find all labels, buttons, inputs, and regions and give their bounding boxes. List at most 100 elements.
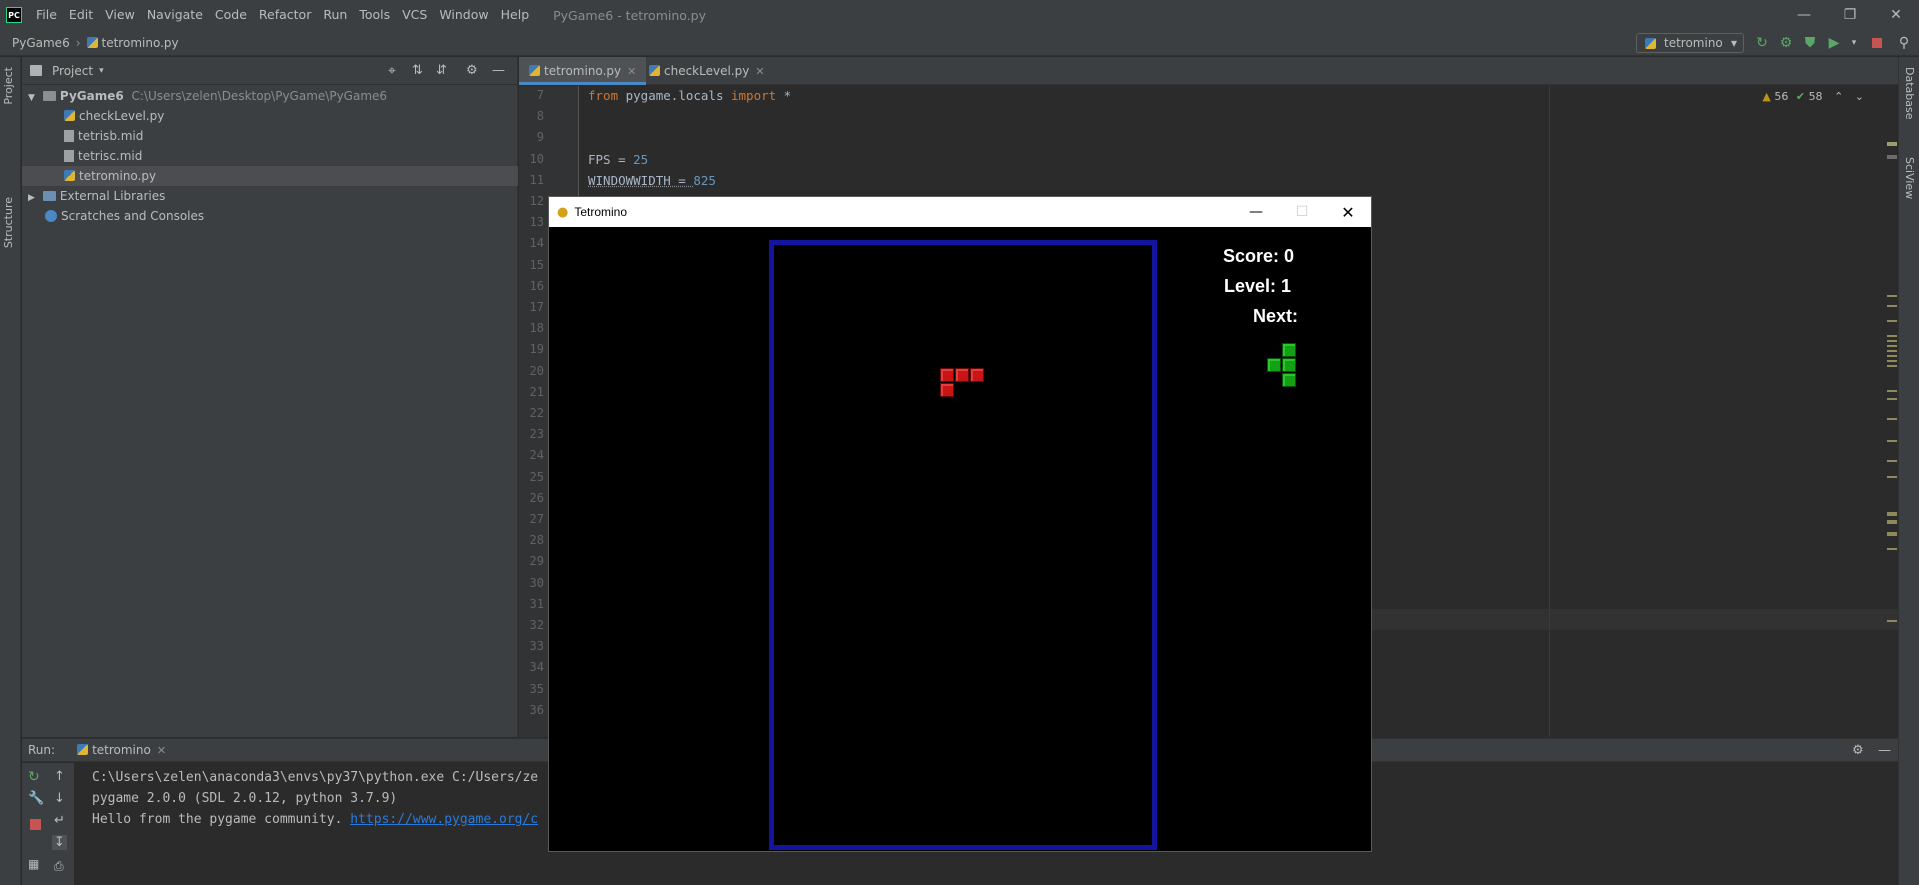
- line-number: 21: [529, 384, 544, 399]
- chevron-down-icon: ▼: [28, 93, 35, 103]
- keyword-from: from: [588, 88, 619, 103]
- next-piece-block: [1282, 343, 1296, 357]
- rerun-icon[interactable]: ↻: [1754, 35, 1770, 51]
- next-piece-block: [1282, 358, 1296, 372]
- soft-wrap-icon[interactable]: ↵: [54, 813, 65, 828]
- close-tab-icon[interactable]: ✕: [755, 65, 764, 78]
- line-number: 19: [529, 342, 544, 357]
- layout-icon[interactable]: ▦: [28, 857, 39, 871]
- tab-checklevel[interactable]: checkLevel.py ✕: [639, 57, 775, 85]
- wrench-icon[interactable]: 🔧: [28, 791, 44, 806]
- line-number: 11: [529, 172, 544, 187]
- search-icon[interactable]: ⚲: [1896, 35, 1912, 51]
- gear-icon[interactable]: ⚙: [466, 63, 478, 78]
- tab-tetromino[interactable]: tetromino.py ✕: [519, 57, 647, 85]
- output-line-1: C:\Users\zelen\anaconda3\envs\py37\pytho…: [92, 770, 539, 785]
- gear-icon[interactable]: ⚙: [1852, 743, 1864, 758]
- tree-root-pygame6[interactable]: ▼ PyGame6 C:\Users\zelen\Desktop\PyGame\P…: [22, 86, 518, 106]
- inspection-widget[interactable]: ▲ 56 ✔ 58 ⌃ ⌄: [1762, 90, 1864, 103]
- locate-icon[interactable]: ⌖: [388, 63, 396, 79]
- print-icon[interactable]: ⎙: [54, 859, 64, 874]
- windowwidth-value: 825: [693, 173, 716, 188]
- tree-file-tetromino[interactable]: tetromino.py: [22, 166, 518, 186]
- pygame-window[interactable]: ● Tetromino — ☐ ✕ Score: 0 Level: 1 Next…: [548, 196, 1372, 852]
- keyword-import: import: [731, 88, 777, 103]
- hide-panel-icon[interactable]: —: [1878, 743, 1891, 758]
- database-tool-tab[interactable]: Database: [1903, 67, 1916, 120]
- chevron-up-icon[interactable]: ⌃: [1834, 90, 1843, 103]
- menu-code[interactable]: Code: [209, 0, 253, 30]
- left-tool-strip: Project Structure: [0, 57, 21, 885]
- expand-all-icon[interactable]: ⇅: [412, 63, 423, 78]
- chevron-down-icon[interactable]: ▾: [99, 66, 104, 76]
- menu-view[interactable]: View: [99, 0, 141, 30]
- menu-file[interactable]: File: [30, 0, 63, 30]
- project-view-select[interactable]: Project: [52, 64, 93, 78]
- python-file-icon: [86, 36, 98, 48]
- menu-refactor[interactable]: Refactor: [253, 0, 317, 30]
- check-icon: ✔: [1795, 90, 1806, 103]
- minimize-icon[interactable]: —: [1781, 0, 1827, 30]
- run-config-select[interactable]: tetromino ▾: [1636, 33, 1744, 53]
- scroll-marker: [1887, 418, 1897, 420]
- file-name: tetrisb.mid: [78, 129, 144, 143]
- breadcrumb-file[interactable]: tetromino.py: [81, 36, 179, 50]
- collapse-all-icon[interactable]: ⇵: [436, 63, 447, 78]
- menu-help[interactable]: Help: [495, 0, 536, 30]
- rerun-icon[interactable]: ↻: [28, 769, 40, 785]
- debug-icon[interactable]: ⚙: [1778, 35, 1794, 51]
- python-file-icon: [529, 65, 540, 76]
- tree-file-tetrisc[interactable]: tetrisc.mid: [22, 146, 518, 166]
- file-name: checkLevel.py: [79, 109, 165, 123]
- pygame-link[interactable]: https://www.pygame.org/c: [350, 812, 538, 827]
- arrow-down-icon[interactable]: ↓: [54, 791, 65, 806]
- hide-panel-icon[interactable]: —: [492, 63, 505, 78]
- line-number: 26: [529, 490, 544, 505]
- scroll-marker: [1887, 532, 1897, 536]
- line-number: 10: [529, 151, 544, 166]
- stop-icon[interactable]: [30, 819, 41, 830]
- chevron-down-icon: ▾: [1730, 36, 1737, 50]
- menu-tools[interactable]: Tools: [353, 0, 396, 30]
- scroll-marker: [1887, 155, 1897, 159]
- arrow-up-icon[interactable]: ↑: [54, 769, 65, 784]
- restore-icon[interactable]: ❐: [1827, 0, 1873, 30]
- sciview-tool-tab[interactable]: SciView: [1903, 157, 1916, 199]
- menu-edit[interactable]: Edit: [63, 0, 99, 30]
- window-title: PyGame6 - tetromino.py: [553, 7, 706, 23]
- breadcrumb-project[interactable]: PyGame6: [0, 36, 70, 50]
- game-title-bar[interactable]: ● Tetromino — ☐ ✕: [549, 197, 1371, 227]
- menu-navigate[interactable]: Navigate: [141, 0, 209, 30]
- more-run-chevron-icon[interactable]: ▾: [1846, 35, 1862, 51]
- scroll-marker: [1887, 460, 1897, 462]
- scroll-marker: [1887, 335, 1897, 337]
- project-tool-tab[interactable]: Project: [2, 67, 15, 105]
- tree-file-tetrisb[interactable]: tetrisb.mid: [22, 126, 518, 146]
- close-tab-icon[interactable]: ✕: [157, 744, 166, 757]
- close-icon[interactable]: ✕: [1873, 0, 1919, 30]
- falling-piece-block: [940, 383, 954, 397]
- project-panel-header: Project ▾ ⌖ ⇅ ⇵ ⚙ —: [22, 57, 517, 85]
- code-line-10: FPS = 25: [588, 152, 648, 167]
- close-tab-icon[interactable]: ✕: [627, 65, 636, 78]
- game-close-icon[interactable]: ✕: [1325, 197, 1371, 227]
- project-view-icon: [30, 65, 42, 76]
- game-minimize-icon[interactable]: —: [1233, 197, 1279, 227]
- chevron-down-icon[interactable]: ⌄: [1855, 90, 1864, 103]
- folder-icon: [42, 91, 56, 101]
- scroll-to-end-icon[interactable]: ↧: [52, 835, 67, 850]
- run-tab-tetromino[interactable]: tetromino ✕: [77, 743, 166, 757]
- menu-run[interactable]: Run: [317, 0, 353, 30]
- stop-icon[interactable]: [1869, 35, 1885, 51]
- menu-vcs[interactable]: VCS: [396, 0, 433, 30]
- coverage-icon[interactable]: ⛊: [1802, 35, 1818, 51]
- tab-label: tetromino.py: [544, 64, 622, 78]
- level-label: Level: 1: [1224, 276, 1292, 296]
- tree-file-checklevel[interactable]: checkLevel.py: [22, 106, 518, 126]
- structure-tool-tab[interactable]: Structure: [2, 197, 15, 248]
- tree-scratches[interactable]: Scratches and Consoles: [22, 206, 518, 226]
- menu-window[interactable]: Window: [433, 0, 494, 30]
- profile-icon[interactable]: ▶: [1826, 35, 1842, 51]
- file-name: tetrisc.mid: [78, 149, 143, 163]
- tree-external-libraries[interactable]: ▶ External Libraries: [22, 186, 518, 206]
